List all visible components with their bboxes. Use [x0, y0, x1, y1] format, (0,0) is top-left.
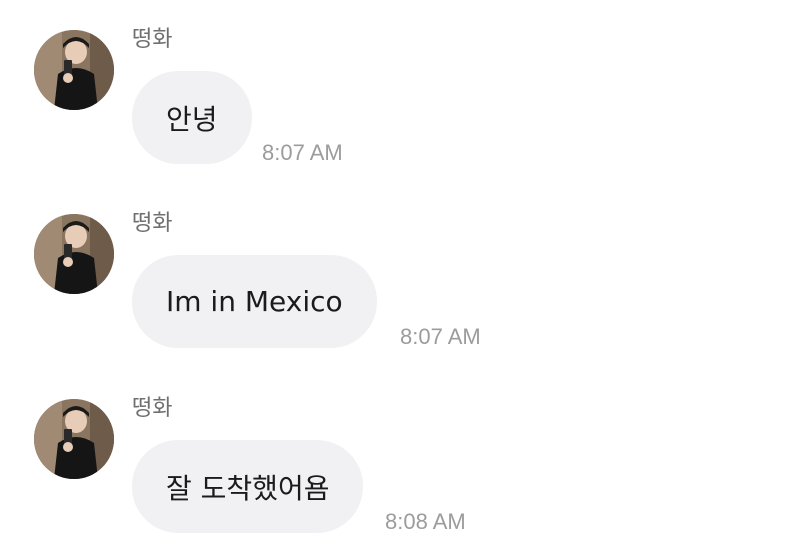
- avatar-image: [34, 30, 114, 110]
- sender-name: 떵화: [132, 396, 173, 421]
- message-bubble[interactable]: 잘 도착했어욤: [132, 440, 364, 533]
- avatar-image: [34, 214, 114, 294]
- message-timestamp: 8:08 AM: [385, 509, 466, 534]
- message-timestamp: 8:07 AM: [262, 140, 343, 165]
- sender-name: 떵화: [132, 27, 173, 52]
- message-bubble[interactable]: Im in Mexico: [132, 255, 377, 348]
- message-timestamp: 8:07 AM: [400, 324, 481, 349]
- avatar[interactable]: [34, 399, 114, 479]
- avatar[interactable]: [34, 214, 114, 294]
- sender-name: 떵화: [132, 211, 173, 236]
- avatar-image: [34, 399, 114, 479]
- avatar[interactable]: [34, 30, 114, 110]
- message-bubble[interactable]: 안녕: [132, 71, 252, 164]
